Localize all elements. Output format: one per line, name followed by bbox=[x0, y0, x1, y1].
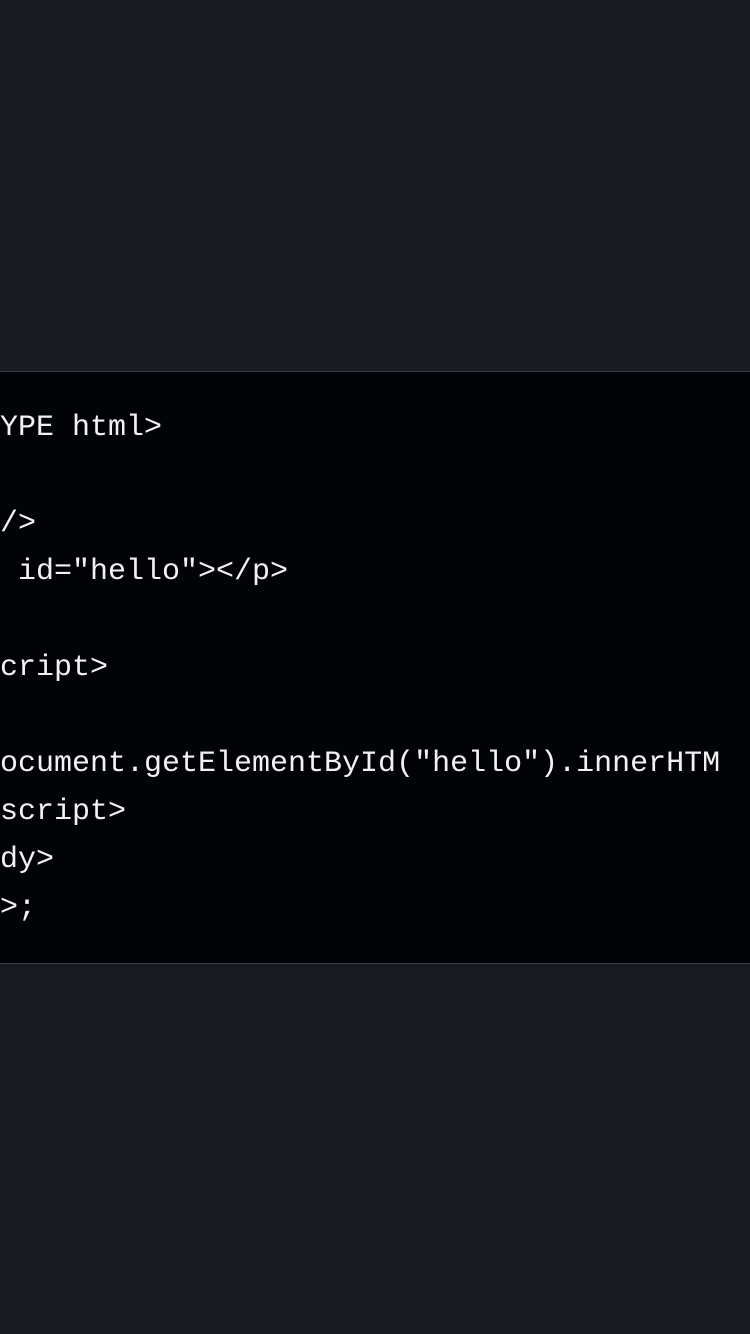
code-lines: YPE html> /> id="hello"></p> cript> ocum… bbox=[0, 404, 750, 932]
code-line-8: ocument.getElementById("hello").innerHTM bbox=[0, 747, 721, 781]
code-line-9: script> bbox=[0, 795, 127, 829]
code-line-6: cript> bbox=[0, 651, 109, 685]
code-line-1: YPE html> bbox=[0, 411, 163, 445]
code-line-3: /> bbox=[0, 507, 37, 541]
code-line-4: id="hello"></p> bbox=[0, 555, 289, 589]
code-line-10: dy> bbox=[0, 843, 55, 877]
code-block: YPE html> /> id="hello"></p> cript> ocum… bbox=[0, 371, 750, 964]
code-line-11: >; bbox=[0, 891, 37, 925]
